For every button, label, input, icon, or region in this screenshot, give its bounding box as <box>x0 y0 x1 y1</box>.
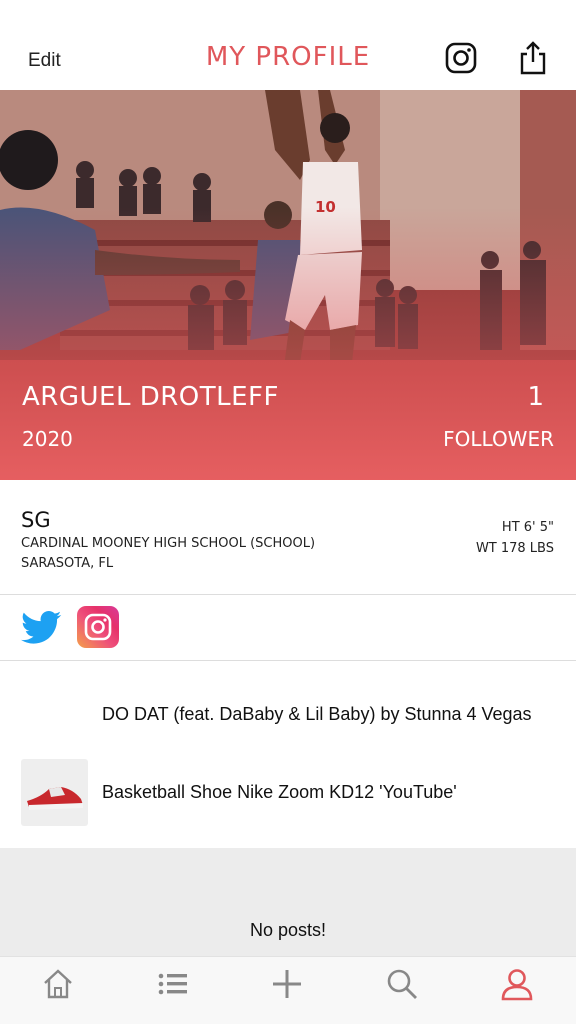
favorite-song[interactable]: DO DAT (feat. DaBaby & Lil Baby) by Stun… <box>102 704 532 725</box>
instagram-icon[interactable] <box>77 606 119 648</box>
posts-section: No posts! <box>0 848 576 956</box>
player-position: SG <box>21 508 51 532</box>
profile-icon[interactable] <box>500 967 534 1001</box>
player-height: HT 6' 5" <box>501 520 554 535</box>
top-header: Edit MY PROFILE <box>0 0 576 90</box>
list-icon[interactable] <box>156 967 190 1001</box>
player-weight: WT 178 LBS <box>475 541 554 556</box>
player-name: ARGUEL DROTLEFF <box>22 382 279 412</box>
instagram-icon[interactable] <box>445 42 477 74</box>
add-icon[interactable] <box>270 967 304 1001</box>
twitter-icon[interactable] <box>21 607 63 649</box>
search-icon[interactable] <box>385 967 419 1001</box>
player-location: SARASOTA, FL <box>21 556 114 571</box>
social-links <box>0 595 576 661</box>
favorite-shoe[interactable]: Basketball Shoe Nike Zoom KD12 'YouTube' <box>102 782 457 803</box>
bottom-tab-bar <box>0 956 576 1024</box>
follower-label[interactable]: FOLLOWER <box>443 427 554 451</box>
follower-count[interactable]: 1 <box>527 382 544 412</box>
page-title: MY PROFILE <box>205 42 371 72</box>
home-icon[interactable] <box>41 967 75 1001</box>
profile-hero: 10 ARGUEL DROTLEFF 2020 1 FOLLOWER <box>0 90 576 480</box>
school-name: CARDINAL MOONEY HIGH SCHOOL (SCHOOL) <box>21 536 316 551</box>
player-info: SG CARDINAL MOONEY HIGH SCHOOL (SCHOOL) … <box>0 480 576 595</box>
class-year: 2020 <box>22 427 73 451</box>
shoe-image[interactable] <box>21 759 88 826</box>
share-icon[interactable] <box>517 40 549 76</box>
hero-gradient <box>0 90 576 480</box>
empty-posts-message: No posts! <box>249 920 327 940</box>
